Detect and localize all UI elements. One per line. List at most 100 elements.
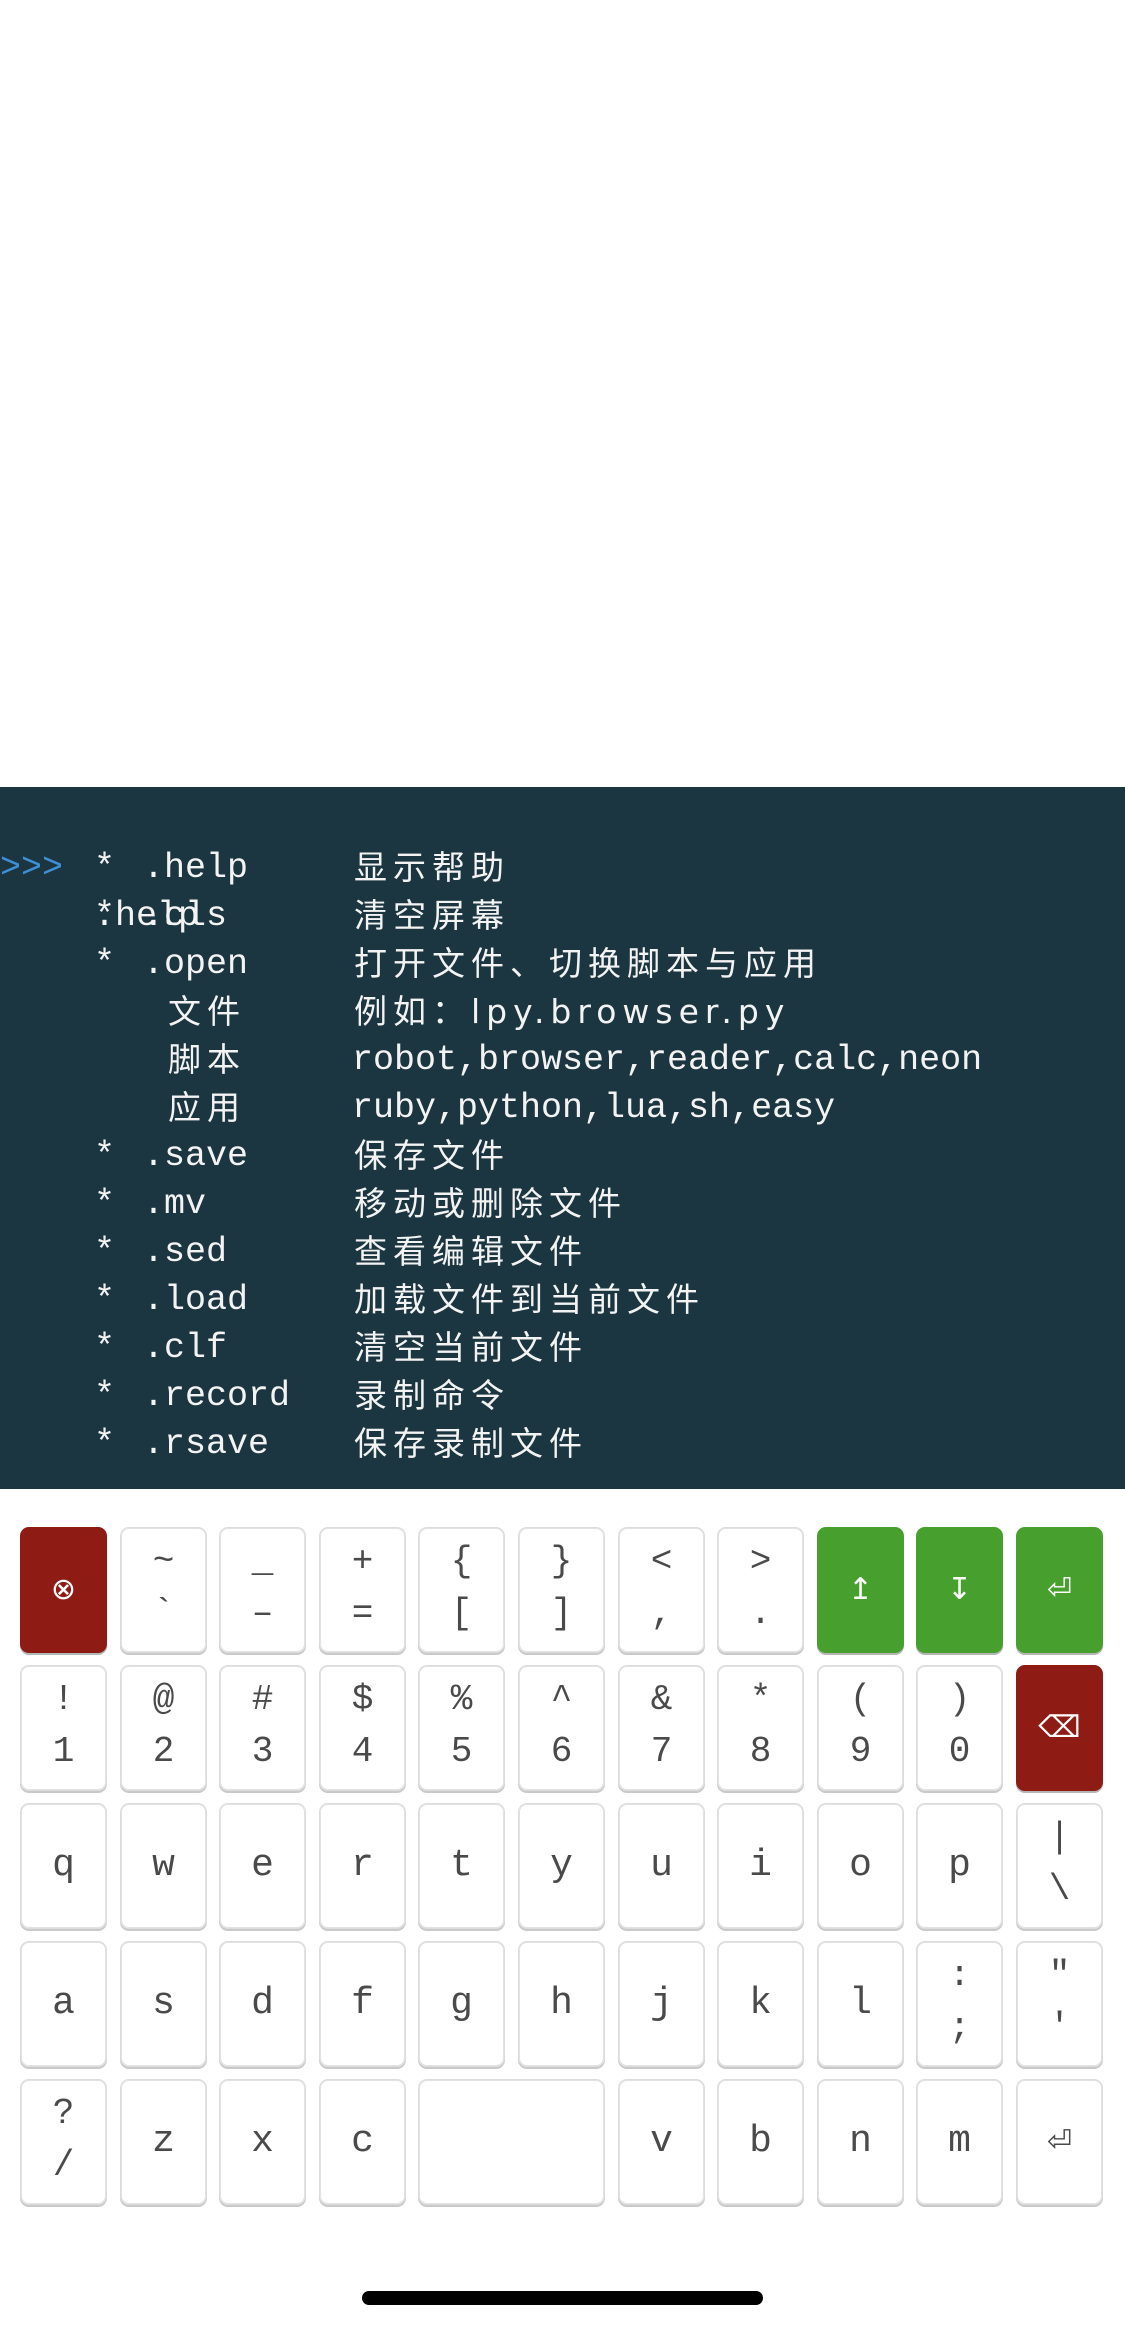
symbol-key[interactable]: @2 [120,1665,207,1791]
key-label: a [52,1982,75,2025]
key-s[interactable]: s [120,1941,207,2067]
symbol-key[interactable]: >. [717,1527,804,1653]
key-b[interactable]: b [717,2079,804,2205]
key-shift-label: ? [52,2093,75,2134]
key-shift-label: * [749,1679,772,1720]
key-e[interactable]: e [219,1803,306,1929]
arrow-down-icon: ↧ [946,1572,973,1607]
symbol-key[interactable]: " ' [1016,1941,1103,2067]
key-f[interactable]: f [319,1941,406,2067]
key-label: l [849,1982,872,2025]
help-description: 显示帮助 [354,848,510,887]
help-bullet: * [94,848,116,888]
key-c[interactable]: c [319,2079,406,2205]
key-label: n [849,2120,872,2163]
symbol-key[interactable]: #3 [219,1665,306,1791]
key-label: 5 [450,1731,473,1772]
key-k[interactable]: k [717,1941,804,2067]
help-sub-label: 脚本 [168,1040,246,1079]
key-l[interactable]: l [817,1941,904,2067]
help-command: .clf [143,1328,228,1368]
symbol-key[interactable]: + = [319,1527,406,1653]
symbol-key[interactable]: (9 [817,1665,904,1791]
home-indicator[interactable] [362,2291,763,2305]
key-w[interactable]: w [120,1803,207,1929]
symbol-key[interactable]: _ – [219,1527,306,1653]
help-sub-description: ruby,python,lua,sh,easy [352,1088,836,1128]
key-a[interactable]: a [20,1941,107,2067]
help-bullet: * [94,1376,116,1416]
key-z[interactable]: z [120,2079,207,2205]
key-t[interactable]: t [418,1803,505,1929]
help-bullet: * [94,1136,116,1176]
key-label: g [450,1982,473,2025]
help-line: * .clf 清空当前文件 [0,1324,1125,1372]
key-shift-label: } [550,1541,573,1582]
key-m[interactable]: m [916,2079,1003,2205]
symbol-key[interactable]: | \ [1016,1803,1103,1929]
backspace-key[interactable]: ⌫ [1016,1665,1103,1791]
key-h[interactable]: h [518,1941,605,2067]
help-command: .open [143,944,249,984]
symbol-key[interactable]: <, [618,1527,705,1653]
key-v[interactable]: v [618,2079,705,2205]
symbol-key[interactable]: ) 0 [916,1665,1003,1791]
key-label: 8 [749,1731,772,1772]
key-shift-label: ) [948,1679,971,1720]
return-key[interactable]: ⏎ [1016,1527,1103,1653]
key-label: . [749,1593,772,1634]
symbol-key[interactable]: & 7 [618,1665,705,1791]
key-label: k [749,1982,772,2025]
key-n[interactable]: n [817,2079,904,2205]
symbol-key[interactable]: ^ 6 [518,1665,605,1791]
key-r[interactable]: r [319,1803,406,1929]
key-label: 2 [152,1731,175,1772]
symbol-key[interactable]: % 5 [418,1665,505,1791]
symbol-key[interactable]: ? / [20,2079,107,2205]
key-label: c [351,2120,374,2163]
help-command: .help [143,848,249,888]
key-p[interactable]: p [916,1803,1003,1929]
key-label: y [550,1844,573,1887]
key-label: v [650,2120,673,2163]
space-key[interactable] [418,2079,605,2205]
key-shift-label: # [251,1679,274,1720]
symbol-key[interactable]: }] [518,1527,605,1653]
arrow-up-key[interactable]: ↥ [817,1527,904,1653]
key-label: , [650,1593,673,1634]
symbol-key[interactable]: :; [916,1941,1003,2067]
help-line: * .cls 清空屏幕 [0,892,1125,940]
key-j[interactable]: j [618,1941,705,2067]
arrow-down-key[interactable]: ↧ [916,1527,1003,1653]
arrow-up-icon: ↥ [847,1572,874,1607]
key-label: ` [152,1593,175,1634]
key-x[interactable]: x [219,2079,306,2205]
help-bullet: * [94,896,116,936]
symbol-key[interactable]: {[ [418,1527,505,1653]
symbol-key[interactable]: ~ ` [120,1527,207,1653]
symbol-key[interactable]: $4 [319,1665,406,1791]
key-g[interactable]: g [418,1941,505,2067]
key-o[interactable]: o [817,1803,904,1929]
enter-key[interactable]: ⏎ [1016,2079,1103,2205]
prompt-line: >>> .help [0,796,1125,936]
symbol-key[interactable]: * 8 [717,1665,804,1791]
key-y[interactable]: y [518,1803,605,1929]
key-q[interactable]: q [20,1803,107,1929]
terminal-console[interactable]: >>> .help * .help 显示帮助 * .cls 清空屏幕 * .open 打开文件、… [0,787,1125,1489]
help-description: 加载文件到当前文件 [354,1280,705,1319]
key-shift-label: ( [849,1679,872,1720]
key-i[interactable]: i [717,1803,804,1929]
symbol-key[interactable]: ! 1 [20,1665,107,1791]
key-label: 6 [550,1731,573,1772]
cancel-key[interactable]: ⊗ [20,1527,107,1653]
key-label: = [351,1593,374,1634]
help-description: 移动或删除文件 [354,1184,627,1223]
key-shift-label: _ [251,1541,274,1582]
help-line: * .rsave 保存录制文件 [0,1420,1125,1468]
key-label: \ [1048,1869,1071,1910]
key-shift-label: " [1048,1955,1071,1996]
key-u[interactable]: u [618,1803,705,1929]
enter-icon: ⏎ [1046,2124,1073,2159]
key-d[interactable]: d [219,1941,306,2067]
